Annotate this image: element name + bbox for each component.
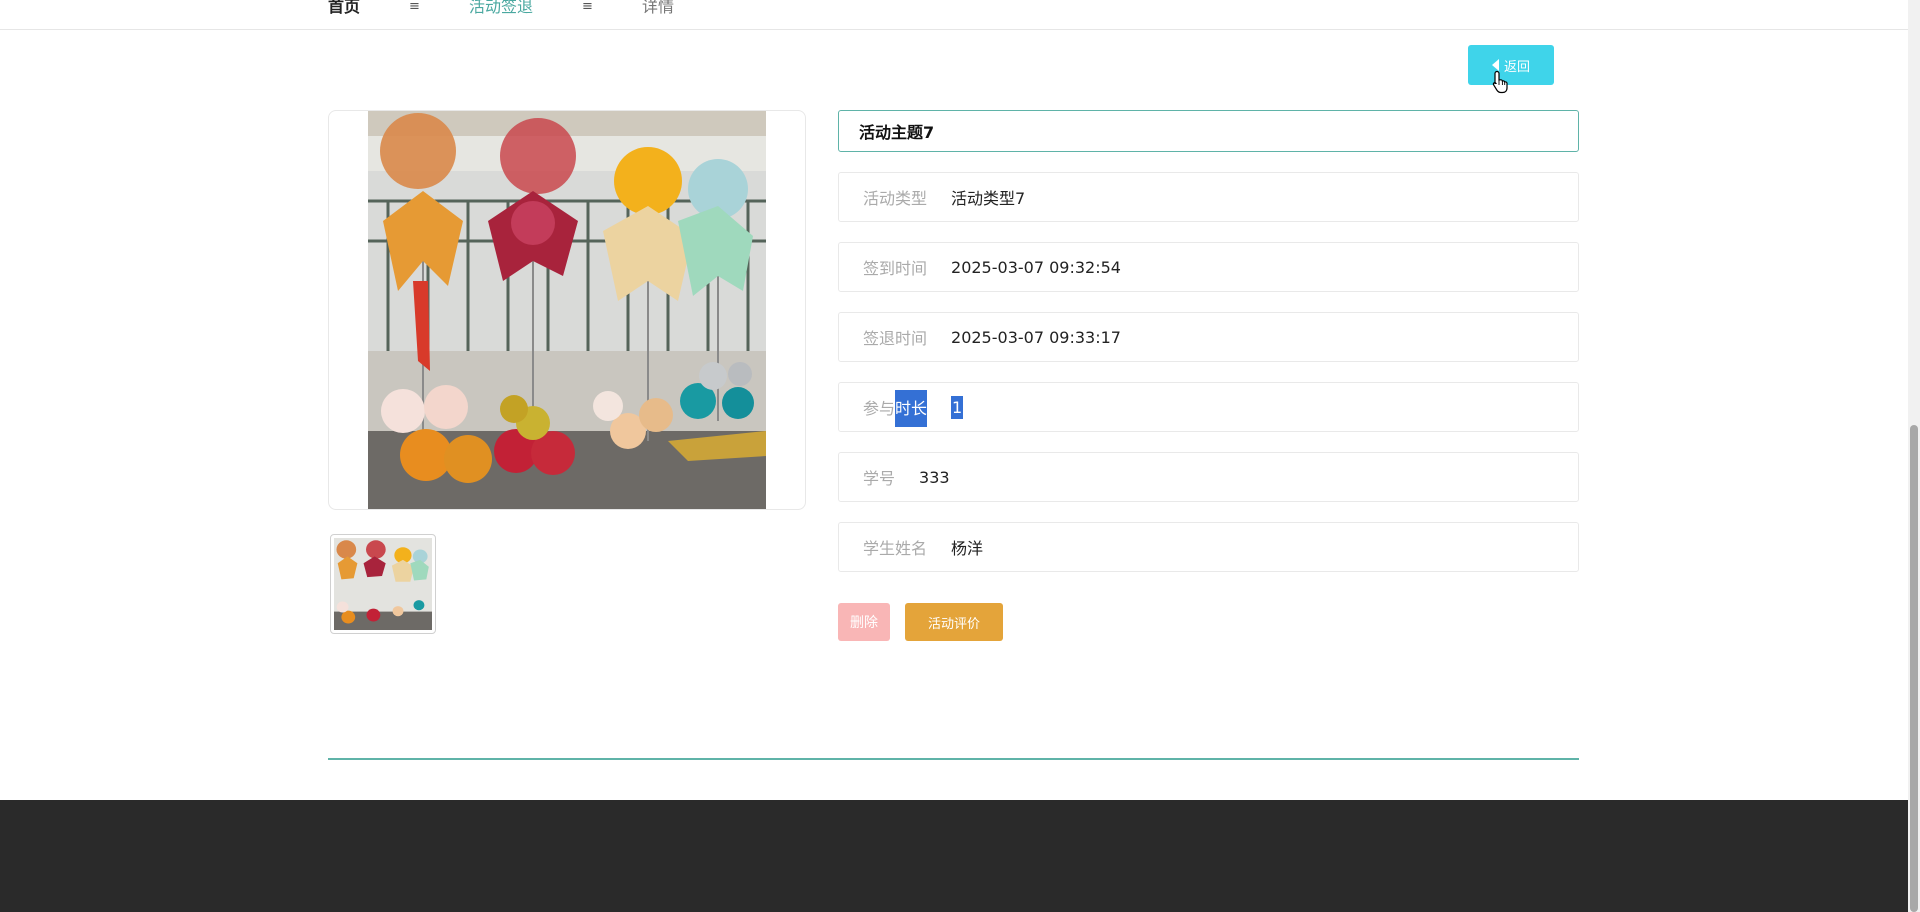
field-value: 1 xyxy=(951,395,964,419)
field-student-name: 学生姓名 杨洋 xyxy=(838,522,1579,572)
field-value: 2025-03-07 09:33:17 xyxy=(951,327,1121,347)
field-checkin-time: 签到时间 2025-03-07 09:32:54 xyxy=(838,242,1579,292)
field-label: 学生姓名 xyxy=(863,539,928,558)
review-button[interactable]: 活动评价 xyxy=(905,603,1003,641)
field-label: 活动类型 xyxy=(863,189,928,208)
divider xyxy=(328,758,1579,760)
pointer-cursor-icon xyxy=(1492,70,1508,94)
breadcrumb: 首页 ≡ 活动签退 ≡ 详情 xyxy=(0,0,1908,30)
field-activity-type: 活动类型 活动类型7 xyxy=(838,172,1579,222)
field-value: 333 xyxy=(919,467,950,487)
breadcrumb-separator: ≡ xyxy=(409,0,420,14)
breadcrumb-section[interactable]: 活动签退 xyxy=(469,0,533,17)
field-duration: 参与时长 1 xyxy=(838,382,1579,432)
field-student-id: 学号 333 xyxy=(838,452,1579,502)
delete-button[interactable]: 删除 xyxy=(838,603,890,641)
field-label: 学号 xyxy=(863,469,896,488)
breadcrumb-home[interactable]: 首页 xyxy=(328,0,360,17)
field-value: 活动类型7 xyxy=(951,189,1026,208)
breadcrumb-separator: ≡ xyxy=(582,0,593,14)
field-value: 2025-03-07 09:32:54 xyxy=(951,257,1121,277)
thumbnail-image[interactable] xyxy=(330,534,436,634)
activity-title: 活动主题7 xyxy=(838,110,1579,152)
selected-text: 时长 xyxy=(895,390,928,427)
field-label: 参与时长 xyxy=(863,390,928,427)
balloon-photo xyxy=(368,111,766,509)
back-button[interactable]: 返回 xyxy=(1468,45,1554,85)
field-label: 签退时间 xyxy=(863,329,928,348)
field-label-plain: 参与 xyxy=(863,399,896,418)
footer xyxy=(0,800,1908,912)
field-value: 杨洋 xyxy=(951,539,984,558)
main-image[interactable] xyxy=(328,110,806,510)
field-checkout-time: 签退时间 2025-03-07 09:33:17 xyxy=(838,312,1579,362)
field-label: 签到时间 xyxy=(863,259,928,278)
breadcrumb-current: 详情 xyxy=(642,0,675,16)
scrollbar-thumb[interactable] xyxy=(1910,425,1918,912)
balloon-thumbnail xyxy=(334,538,432,630)
